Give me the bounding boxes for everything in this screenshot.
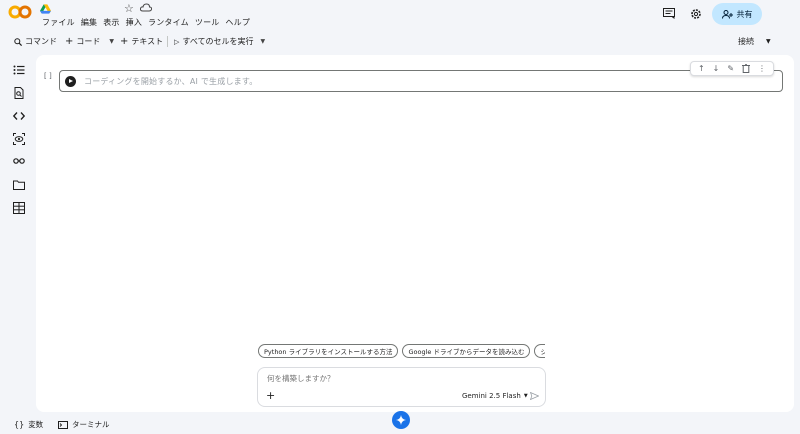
run-all-label: すべてのセルを実行 bbox=[182, 37, 254, 46]
cell-execution-count: [ ] bbox=[44, 72, 52, 80]
delete-icon[interactable] bbox=[742, 64, 750, 73]
comment-icon[interactable] bbox=[663, 8, 675, 19]
find-replace-icon[interactable] bbox=[13, 87, 25, 99]
cell-placeholder[interactable]: コーディングを開始するか、AI で生成します。 bbox=[84, 76, 257, 87]
plus-icon: + bbox=[65, 36, 74, 47]
add-code-button[interactable]: + コード ▼ bbox=[65, 33, 114, 50]
suggestion-chip[interactable]: Python ライブラリをインストールする方法 bbox=[258, 344, 399, 358]
menu-insert[interactable]: 挿入 bbox=[123, 17, 145, 28]
connect-button[interactable]: 接続 bbox=[738, 33, 754, 50]
add-text-button[interactable]: + テキスト bbox=[120, 33, 163, 50]
code-label: コード bbox=[76, 37, 101, 46]
more-vert-icon[interactable]: ⋮ bbox=[758, 64, 766, 73]
model-label: Gemini 2.5 Flash bbox=[462, 392, 521, 400]
people-icon bbox=[721, 9, 733, 19]
edit-pencil-icon[interactable]: ✎ bbox=[727, 64, 734, 73]
arrow-up-icon[interactable]: ↑ bbox=[698, 64, 705, 73]
variables-button[interactable]: {} 変数 bbox=[14, 419, 43, 430]
braces-icon: {} bbox=[14, 420, 25, 429]
connect-label: 接続 bbox=[738, 37, 754, 46]
notebook-toolbar: コマンド + コード ▼ + テキスト ▷ すべてのセルを実行 ▼ 接続 ▼ bbox=[0, 33, 800, 50]
chevron-down-icon[interactable]: ▼ bbox=[261, 38, 266, 45]
data-table-icon[interactable] bbox=[13, 202, 25, 214]
sparkle-icon bbox=[396, 415, 406, 425]
menu-runtime[interactable]: ランタイム bbox=[145, 17, 192, 28]
folder-icon[interactable] bbox=[13, 179, 25, 191]
code-snippets-icon[interactable] bbox=[13, 110, 25, 122]
send-icon[interactable] bbox=[530, 392, 539, 400]
chevron-down-icon[interactable]: ▼ bbox=[109, 38, 114, 45]
variables-label: 変数 bbox=[28, 420, 44, 429]
drive-icon[interactable] bbox=[40, 4, 51, 14]
toolbar-divider bbox=[167, 36, 168, 47]
menu-view[interactable]: 表示 bbox=[100, 17, 122, 28]
table-of-contents-icon[interactable] bbox=[13, 64, 25, 76]
share-button[interactable]: 共有 bbox=[712, 3, 762, 25]
command-label: コマンド bbox=[25, 37, 57, 46]
run-cell-button[interactable] bbox=[65, 76, 76, 87]
menu-bar: ファイル 編集 表示 挿入 ランタイム ツール ヘルプ bbox=[39, 17, 253, 28]
menu-tools[interactable]: ツール bbox=[192, 17, 223, 28]
secrets-icon[interactable] bbox=[13, 133, 25, 145]
caret-down-icon: ▼ bbox=[523, 393, 528, 399]
command-palette-button[interactable]: コマンド bbox=[14, 33, 57, 50]
colab-logo[interactable] bbox=[8, 5, 32, 19]
gear-icon[interactable] bbox=[690, 8, 702, 20]
code-cell[interactable]: コーディングを開始するか、AI で生成します。 bbox=[59, 70, 783, 92]
share-label: 共有 bbox=[736, 9, 753, 19]
arrow-down-icon[interactable]: ↓ bbox=[713, 64, 720, 73]
model-selector[interactable]: Gemini 2.5 Flash ▼ bbox=[462, 392, 528, 400]
app-header: ☆ ファイル 編集 表示 挿入 ランタイム ツール ヘルプ 共有 bbox=[0, 0, 800, 33]
notebook-main: [ ] コーディングを開始するか、AI で生成します。 ↑ ↓ ✎ ⋮ bbox=[36, 55, 794, 412]
play-icon: ▷ bbox=[174, 37, 180, 46]
add-icon[interactable]: + bbox=[266, 389, 275, 402]
plus-icon: + bbox=[120, 36, 129, 47]
menu-help[interactable]: ヘルプ bbox=[222, 17, 253, 28]
star-icon[interactable]: ☆ bbox=[124, 2, 134, 15]
gemini-button[interactable] bbox=[392, 411, 410, 429]
menu-file[interactable]: ファイル bbox=[39, 17, 78, 28]
gemini-prompt-box: + Gemini 2.5 Flash ▼ bbox=[257, 367, 546, 407]
suggestion-chip[interactable]: Google ドライブからデータを読み込む bbox=[402, 344, 531, 358]
chevron-down-icon[interactable]: ▼ bbox=[766, 33, 771, 50]
terminal-button[interactable]: ターミナル bbox=[58, 419, 110, 430]
cell-toolbar: ↑ ↓ ✎ ⋮ bbox=[690, 61, 774, 76]
text-label: テキスト bbox=[131, 37, 164, 46]
suggestion-chips: Python ライブラリをインストールする方法 Google ドライブからデータ… bbox=[258, 344, 545, 358]
prompt-input[interactable] bbox=[267, 374, 467, 383]
run-all-button[interactable]: ▷ すべてのセルを実行 ▼ bbox=[174, 33, 265, 50]
cloud-save-icon[interactable] bbox=[140, 3, 152, 13]
search-icon bbox=[14, 37, 22, 46]
terminal-label: ターミナル bbox=[72, 420, 110, 429]
left-sidebar bbox=[0, 55, 36, 413]
key-icon[interactable] bbox=[13, 155, 25, 167]
terminal-icon bbox=[58, 420, 68, 429]
menu-edit[interactable]: 編集 bbox=[78, 17, 100, 28]
suggestion-chip[interactable]: シンプルな M bbox=[534, 344, 545, 358]
